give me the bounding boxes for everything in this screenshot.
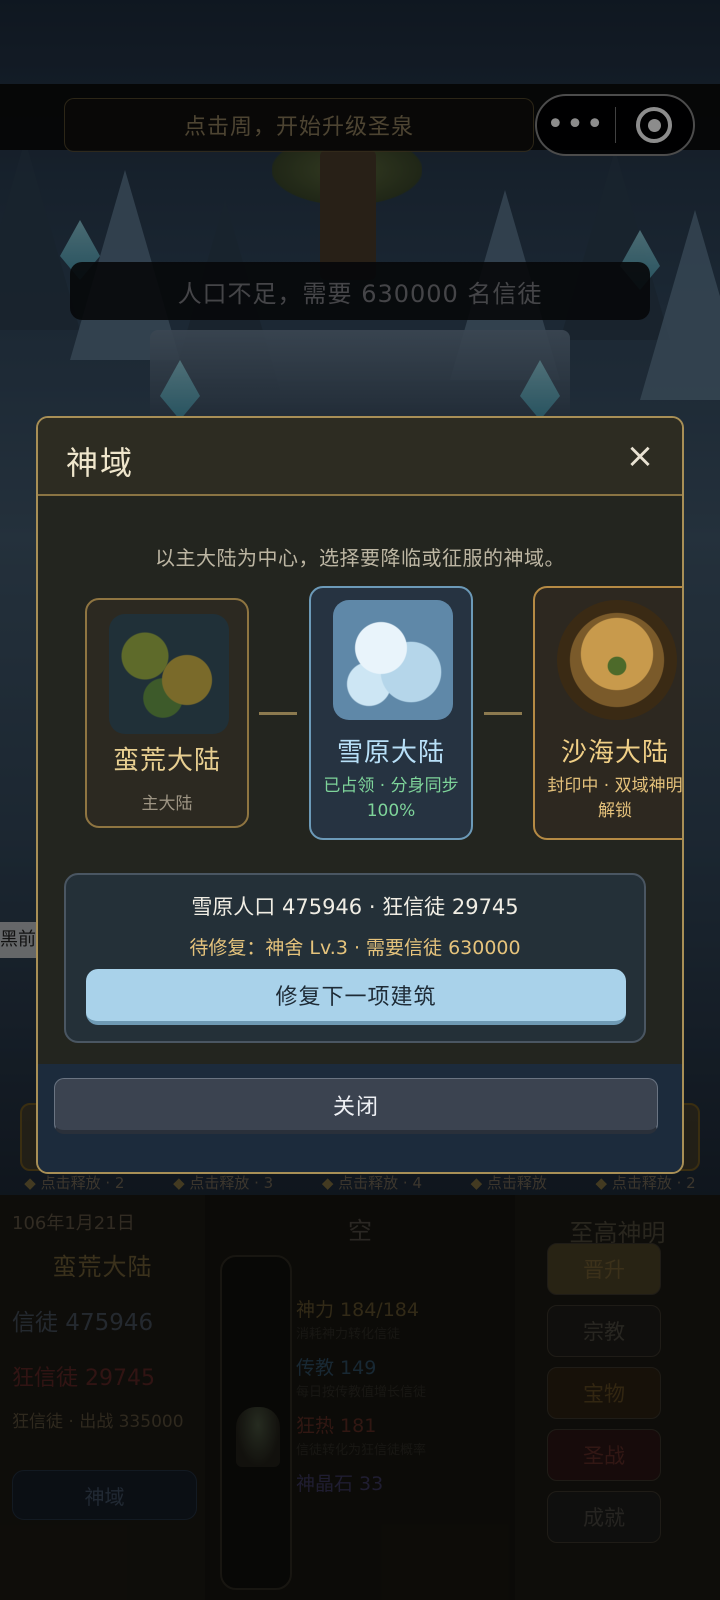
realm-status: 主大陆 xyxy=(141,794,193,814)
realm-name: 雪原大陆 xyxy=(336,738,445,768)
repair-requirement: 待修复：神舍 Lv.3 · 需要信徒 630000 xyxy=(189,937,521,959)
dialog-footer: 关闭 xyxy=(38,1064,682,1172)
realm-status: 已占领 · 分身同步 100% xyxy=(323,776,459,821)
realm-card-sand[interactable]: 沙海大陆 封印中 · 双域神明解锁 xyxy=(533,586,682,840)
snow-continent-map-icon xyxy=(333,600,453,720)
sand-continent-map-icon xyxy=(557,600,677,720)
realm-name: 蛮荒大陆 xyxy=(112,746,221,776)
dialog-intro: 以主大陆为中心，选择要降临或征服的神域。 xyxy=(155,546,565,570)
close-button[interactable]: 关闭 xyxy=(54,1078,658,1134)
realm-connector xyxy=(484,712,522,715)
close-icon[interactable]: × xyxy=(620,436,660,476)
dialog-title: 神域 xyxy=(66,444,135,482)
realm-card-snow[interactable]: 雪原大陆 已占领 · 分身同步 100% xyxy=(309,586,473,840)
realm-connector xyxy=(259,712,297,715)
realm-carousel[interactable]: 蛮荒大陆 主大陆 雪原大陆 已占领 · 分身同步 100% 沙海大陆 封印中 ·… xyxy=(38,586,682,848)
dialog-header: 神域 × xyxy=(38,418,682,496)
repair-building-button[interactable]: 修复下一项建筑 xyxy=(86,969,626,1025)
realm-name: 沙海大陆 xyxy=(560,738,669,768)
realm-card-wild[interactable]: 蛮荒大陆 主大陆 xyxy=(85,598,249,828)
wild-continent-map-icon xyxy=(109,614,229,734)
realm-dialog: 神域 × 以主大陆为中心，选择要降临或征服的神域。 蛮荒大陆 主大陆 雪原大陆 … xyxy=(36,416,684,1174)
realm-population: 雪原人口 475946 · 狂信徒 29745 xyxy=(191,895,519,919)
realm-info-panel: 雪原人口 475946 · 狂信徒 29745 待修复：神舍 Lv.3 · 需要… xyxy=(64,873,646,1043)
realm-status: 封印中 · 双域神明解锁 xyxy=(547,776,682,821)
